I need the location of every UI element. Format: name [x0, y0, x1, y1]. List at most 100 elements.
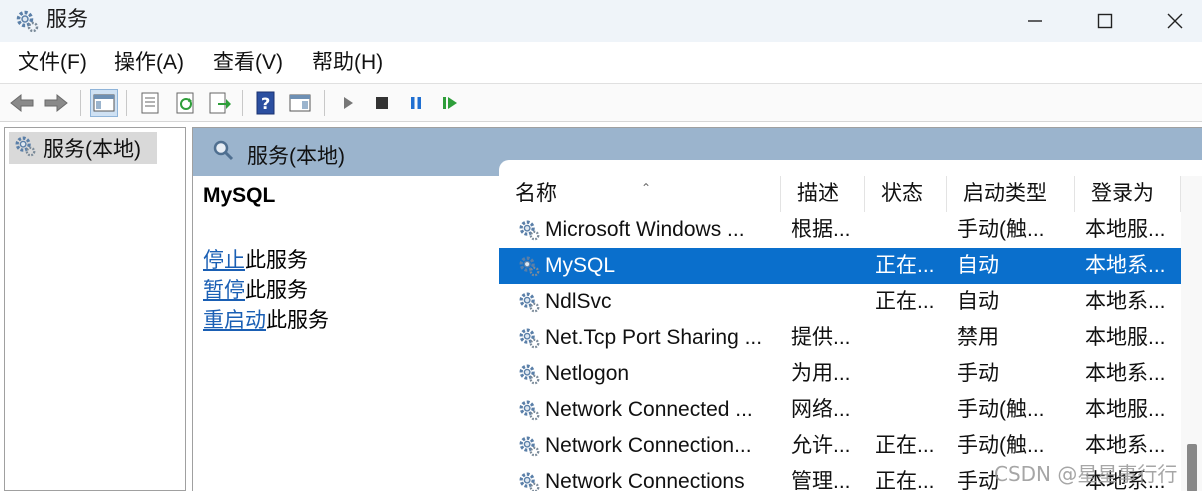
show-hide-action-pane-button[interactable] [286, 89, 314, 117]
service-gear-icon [517, 326, 541, 350]
restart-icon [443, 97, 457, 109]
watermark: CSDN @星星事行行 [994, 462, 1178, 486]
restart-service-button[interactable] [436, 89, 464, 117]
pause-service-link[interactable]: 暂停 [203, 279, 245, 302]
service-description-panel: MySQL 停止此服务 暂停此服务 重启动此服务 [193, 176, 499, 491]
service-gear-icon [517, 434, 541, 458]
menu-view[interactable]: 查看(V) [213, 50, 283, 76]
close-button[interactable] [1140, 0, 1202, 42]
service-row[interactable]: Microsoft Windows ... 根据... 手动(触... 本地服... [499, 212, 1181, 248]
service-description-cell: 网络... [791, 398, 851, 421]
export-list-button[interactable] [206, 89, 234, 117]
service-name-cell: Microsoft Windows ... [517, 212, 779, 248]
back-arrow-icon [10, 93, 34, 113]
export-list-icon [209, 92, 231, 114]
vertical-scrollbar[interactable] [1181, 176, 1202, 491]
service-name-cell: NdlSvc [517, 284, 779, 320]
service-status-cell: 正在... [875, 254, 935, 277]
action-pause: 暂停此服务 [203, 279, 308, 302]
stop-service-link[interactable]: 停止 [203, 249, 245, 272]
scrollbar-thumb[interactable] [1187, 444, 1197, 491]
console-tree: 服务(本地) [4, 127, 186, 491]
svg-text:?: ? [261, 94, 270, 113]
column-header-status[interactable]: 状态 [865, 176, 947, 212]
service-logon-cell: 本地服... [1085, 398, 1166, 421]
service-logon-cell: 本地系... [1085, 254, 1166, 277]
minimize-button[interactable] [1000, 0, 1070, 42]
restart-service-link[interactable]: 重启动 [203, 309, 266, 332]
pause-service-button[interactable] [402, 89, 430, 117]
stop-icon [376, 97, 388, 109]
show-hide-console-tree-button[interactable] [90, 89, 118, 117]
service-startup-type-cell: 手动(触... [957, 398, 1045, 421]
menu-bar: 文件(F) 操作(A) 查看(V) 帮助(H) [0, 42, 1202, 84]
column-header-name[interactable]: 名称 ⌃ [499, 176, 781, 212]
selected-service-name: MySQL [203, 184, 276, 207]
service-name-cell: Network Connections [517, 464, 779, 491]
start-service-button[interactable] [334, 89, 362, 117]
service-gear-icon [517, 398, 541, 422]
column-header-startup-type[interactable]: 启动类型 [947, 176, 1075, 212]
maximize-icon [1097, 13, 1113, 29]
console-tree-icon [93, 94, 115, 112]
service-startup-type-cell: 禁用 [957, 326, 999, 349]
refresh-icon [176, 92, 194, 114]
back-button[interactable] [8, 89, 36, 117]
stop-service-button[interactable] [368, 89, 396, 117]
close-icon [1167, 13, 1183, 29]
tree-node-label: 服务(本地) [43, 138, 141, 161]
service-startup-type-cell: 手动(触... [957, 218, 1045, 241]
service-description-cell: 为用... [791, 362, 851, 385]
service-description-cell: 提供... [791, 326, 851, 349]
maximize-button[interactable] [1070, 0, 1140, 42]
menu-file[interactable]: 文件(F) [18, 50, 87, 76]
title-bar: 服务 [0, 0, 1202, 42]
service-gear-icon [517, 362, 541, 386]
play-icon [344, 97, 353, 109]
pane-header-title: 服务(本地) [247, 145, 345, 168]
service-row[interactable]: Network Connected ... 网络... 手动(触... 本地服... [499, 392, 1181, 428]
forward-arrow-icon [44, 93, 68, 113]
action-pane-icon [289, 94, 311, 112]
services-pane: 服务(本地) MySQL 停止此服务 暂停此服务 重启动此服务 名称 ⌃ 描述 … [192, 127, 1202, 491]
service-startup-type-cell: 手动 [957, 362, 999, 385]
service-startup-type-cell: 自动 [957, 254, 999, 277]
service-logon-cell: 本地服... [1085, 326, 1166, 349]
services-magnifier-icon [211, 138, 237, 169]
services-list: 名称 ⌃ 描述 状态 启动类型 登录为 Microsoft Windows ..… [499, 176, 1202, 491]
properties-icon [141, 92, 159, 114]
service-row[interactable]: MySQL 正在... 自动 本地系... [499, 248, 1181, 284]
sort-ascending-icon: ⌃ [641, 181, 652, 195]
service-gear-icon [517, 254, 541, 278]
toolbar: ? [0, 84, 1202, 122]
menu-help[interactable]: 帮助(H) [312, 50, 383, 76]
service-logon-cell: 本地系... [1085, 362, 1166, 385]
menu-action[interactable]: 操作(A) [114, 50, 184, 76]
service-description-cell: 允许... [791, 434, 851, 457]
service-row[interactable]: Netlogon 为用... 手动 本地系... [499, 356, 1181, 392]
refresh-button[interactable] [172, 89, 200, 117]
properties-button[interactable] [136, 89, 164, 117]
service-gear-icon [517, 470, 541, 491]
service-gear-icon [517, 290, 541, 314]
help-button[interactable]: ? [252, 89, 280, 117]
column-header-logon-as[interactable]: 登录为 [1075, 176, 1181, 212]
service-logon-cell: 本地系... [1085, 290, 1166, 313]
service-row[interactable]: Net.Tcp Port Sharing ... 提供... 禁用 本地服... [499, 320, 1181, 356]
service-row[interactable]: NdlSvc 正在... 自动 本地系... [499, 284, 1181, 320]
column-header-description[interactable]: 描述 [781, 176, 865, 212]
pane-header: 服务(本地) [193, 128, 1202, 178]
tree-node-services-local[interactable]: 服务(本地) [9, 132, 157, 164]
service-name-cell: Netlogon [517, 356, 779, 392]
service-status-cell: 正在... [875, 470, 935, 491]
service-name-cell: Network Connected ... [517, 392, 779, 428]
services-gear-icon [14, 8, 40, 34]
service-name-cell: MySQL [517, 248, 779, 284]
service-startup-type-cell: 手动 [957, 470, 999, 491]
service-name-cell: Net.Tcp Port Sharing ... [517, 320, 779, 356]
action-stop: 停止此服务 [203, 249, 308, 272]
service-startup-type-cell: 自动 [957, 290, 999, 313]
forward-button[interactable] [42, 89, 70, 117]
service-description-cell: 根据... [791, 218, 851, 241]
pause-icon [411, 97, 421, 109]
